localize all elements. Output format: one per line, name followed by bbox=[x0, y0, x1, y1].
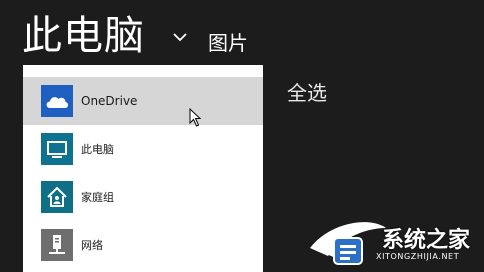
menu-item-label: OneDrive bbox=[81, 94, 138, 108]
app-screen: 此电脑 图片 全选 OneDrive 此电脑 家庭组 网络 系统之家 XITON… bbox=[0, 0, 484, 272]
network-icon bbox=[41, 229, 73, 261]
homegroup-icon bbox=[41, 181, 73, 213]
watermark-brand: 系统之家 bbox=[382, 228, 471, 253]
page-title[interactable]: 此电脑 bbox=[22, 10, 145, 62]
computer-monitor-icon bbox=[41, 133, 73, 165]
mouse-cursor-icon bbox=[189, 108, 202, 127]
menu-item-homegroup[interactable]: 家庭组 bbox=[23, 173, 263, 221]
menu-item-label: 家庭组 bbox=[81, 191, 114, 204]
onedrive-cloud-icon bbox=[41, 85, 73, 117]
menu-item-label: 网络 bbox=[81, 239, 103, 252]
menu-item-network[interactable]: 网络 bbox=[23, 221, 263, 269]
menu-item-label: 此电脑 bbox=[81, 143, 114, 156]
chevron-down-icon[interactable] bbox=[171, 30, 189, 44]
watermark-url: XITONGZHIJIA.NET bbox=[376, 252, 460, 261]
location-label[interactable]: 图片 bbox=[208, 30, 248, 56]
menu-item-onedrive[interactable]: OneDrive bbox=[23, 77, 263, 125]
menu-item-this-pc[interactable]: 此电脑 bbox=[23, 125, 263, 173]
location-dropdown: OneDrive 此电脑 家庭组 网络 bbox=[23, 65, 263, 272]
select-all-button[interactable]: 全选 bbox=[287, 80, 327, 106]
